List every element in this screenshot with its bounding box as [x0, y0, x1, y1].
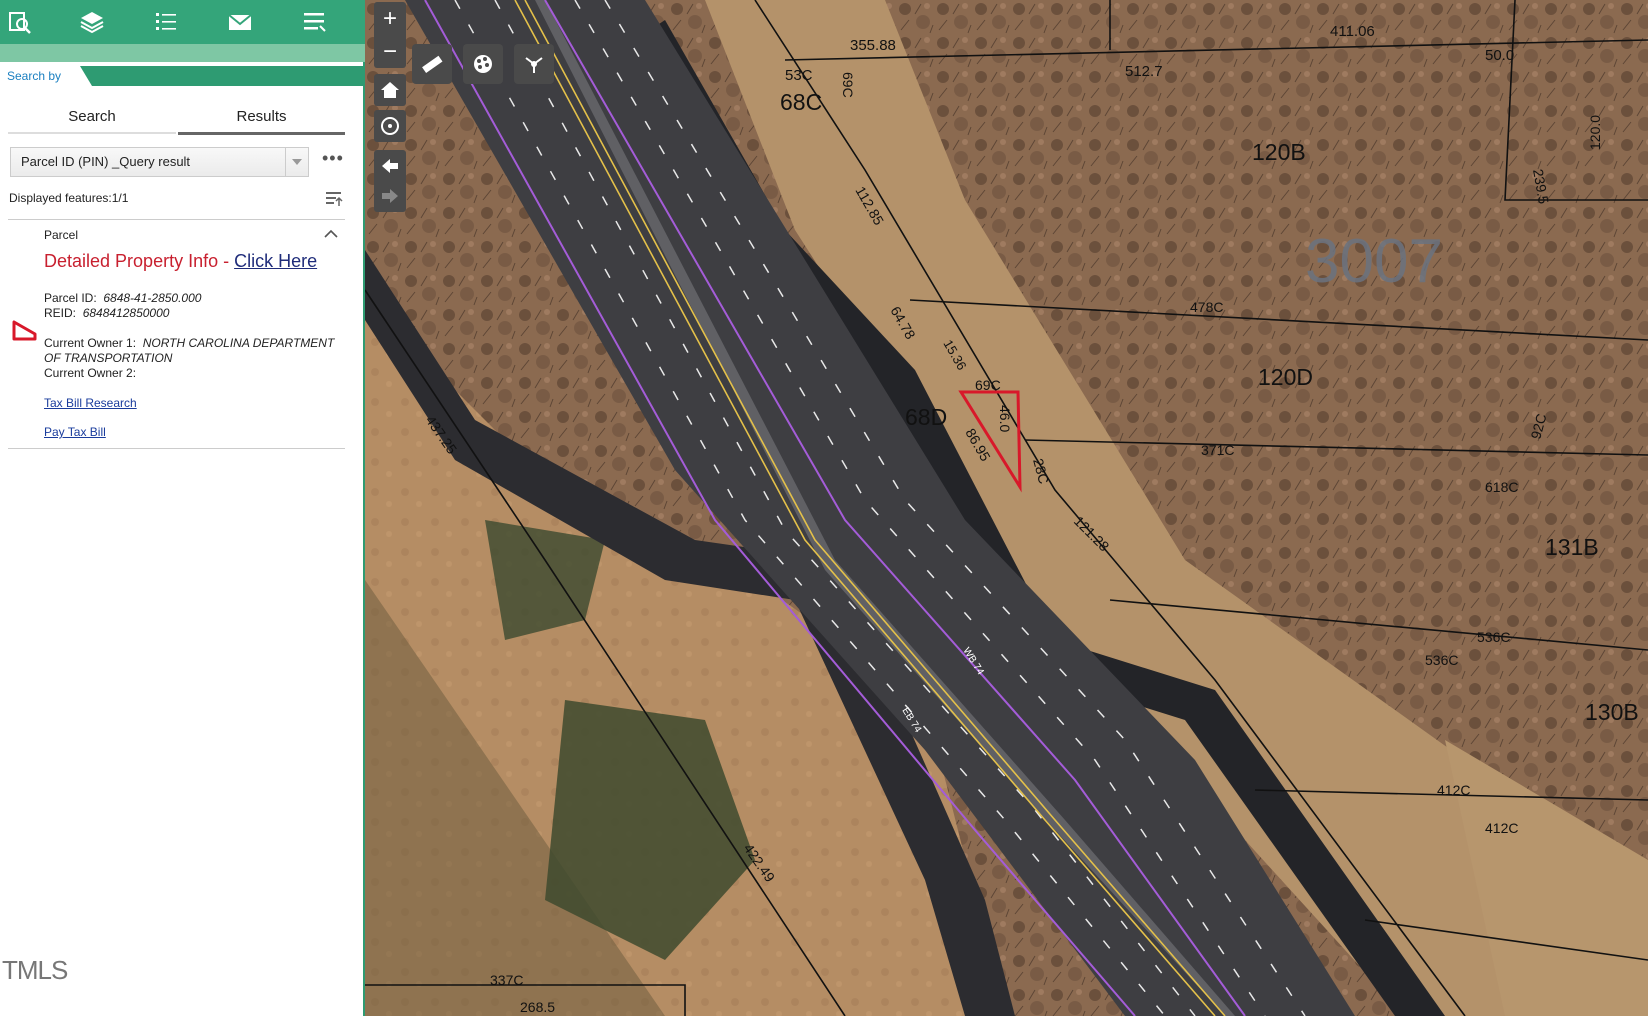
- zoom-in-button[interactable]: +: [374, 2, 406, 35]
- draw-tool-button[interactable]: [463, 44, 503, 84]
- search-by-bar: Search by: [0, 66, 365, 86]
- back-arrow-icon[interactable]: [380, 151, 400, 181]
- crosshair-icon: [381, 117, 399, 135]
- map-label: 68D: [905, 404, 947, 430]
- map-label: 69C: [840, 72, 856, 98]
- reid-value: 6848412850000: [82, 306, 170, 320]
- reid-row: REID: 6848412850000: [44, 306, 169, 320]
- map-label: 3007: [1305, 227, 1443, 296]
- map-label: 120.0: [1587, 115, 1603, 150]
- map-label: 412C: [1485, 820, 1518, 836]
- home-icon: [381, 82, 399, 98]
- forward-arrow-icon[interactable]: [380, 181, 400, 211]
- owner1-row: Current Owner 1: NORTH CAROLINA DEPARTME…: [44, 336, 344, 366]
- palette-icon: [474, 55, 492, 73]
- search-parcel-icon[interactable]: [4, 6, 36, 38]
- map-label: 371C: [1201, 442, 1234, 458]
- map-label: 536C: [1477, 629, 1510, 645]
- map-label: 512.7: [1125, 63, 1163, 80]
- click-here-link[interactable]: Click Here: [234, 251, 317, 271]
- owner1-value-line2: OF TRANSPORTATION: [44, 351, 173, 365]
- tax-bill-research-link[interactable]: Tax Bill Research: [44, 396, 137, 410]
- sub-toolbar: [0, 44, 365, 62]
- mail-icon[interactable]: [224, 6, 256, 38]
- locate-button[interactable]: [374, 110, 406, 142]
- detailed-property-info-text: Detailed Property Info -: [44, 251, 235, 271]
- parcel-id-label: Parcel ID:: [44, 291, 97, 305]
- zoom-out-button[interactable]: −: [374, 35, 406, 68]
- query-result-select-value: Parcel ID (PIN) _Query result: [21, 154, 191, 169]
- map-label: 618C: [1485, 479, 1518, 495]
- ruler-icon: [422, 55, 443, 74]
- search-by-green-strip: [80, 66, 365, 86]
- map-label: 268.5: [520, 999, 555, 1015]
- map-label: 68C: [780, 89, 822, 115]
- zoom-control: + −: [374, 2, 406, 68]
- map-view[interactable]: 355.88 411.06 512.7 50.0 53C 68C 69C 120…: [365, 0, 1648, 1016]
- chevron-down-icon: [285, 148, 308, 176]
- owner1-value-line1: NORTH CAROLINA DEPARTMENT: [142, 336, 335, 350]
- top-toolbar: [0, 0, 365, 44]
- reid-label: REID:: [44, 306, 77, 320]
- parcel-id-value: 6848-41-2850.000: [103, 291, 202, 305]
- search-by-label: Search by: [7, 69, 62, 83]
- search-results-tabs: Search Results: [8, 102, 345, 135]
- more-options-icon[interactable]: •••: [322, 149, 344, 167]
- chevron-up-icon[interactable]: [324, 226, 338, 244]
- map-label: 50.0: [1485, 47, 1514, 64]
- tab-results[interactable]: Results: [178, 102, 345, 135]
- share-tool-button[interactable]: [514, 44, 554, 84]
- export-list-icon[interactable]: [325, 190, 343, 213]
- map-label: 412C: [1437, 782, 1470, 798]
- sidebar-panel: Search by Search Results Parcel ID (PIN)…: [0, 0, 365, 1016]
- parcel-section-heading: Parcel: [44, 228, 79, 242]
- owner2-label: Current Owner 2:: [44, 366, 137, 380]
- divider: [8, 448, 345, 449]
- map-label: 120B: [1252, 139, 1306, 165]
- owner1-label: Current Owner 1:: [44, 336, 137, 350]
- legend-list-icon[interactable]: [150, 6, 182, 38]
- map-label: 131B: [1545, 534, 1599, 560]
- map-label: 355.88: [850, 37, 896, 54]
- parcel-shape-icon: [12, 320, 38, 347]
- map-label: 46.0: [997, 405, 1013, 432]
- map-label: 536C: [1425, 652, 1458, 668]
- parcel-id-row: Parcel ID: 6848-41-2850.000: [44, 291, 201, 305]
- map-label: 411.06: [1330, 23, 1375, 40]
- share-icon: [525, 57, 543, 73]
- map-label: 69C: [975, 377, 1001, 393]
- detailed-property-info: Detailed Property Info - Click Here: [44, 251, 317, 272]
- map-label: 478C: [1190, 299, 1223, 315]
- owner2-row: Current Owner 2:: [44, 366, 136, 380]
- aerial-map: 355.88 411.06 512.7 50.0 53C 68C 69C 120…: [365, 0, 1648, 1016]
- map-label: 130B: [1585, 699, 1639, 725]
- menu-icon[interactable]: [298, 6, 330, 38]
- map-label: 337C: [490, 972, 523, 988]
- map-label: 120D: [1258, 364, 1313, 390]
- history-nav: [374, 150, 406, 212]
- layers-icon[interactable]: [76, 6, 108, 38]
- measure-ruler-button[interactable]: [412, 44, 452, 84]
- displayed-features-count: Displayed features:1/1: [9, 191, 129, 205]
- pay-tax-bill-link[interactable]: Pay Tax Bill: [44, 425, 106, 439]
- divider: [8, 219, 345, 220]
- mls-watermark: TMLS: [2, 955, 68, 985]
- tab-search[interactable]: Search: [8, 102, 176, 134]
- query-result-select[interactable]: Parcel ID (PIN) _Query result: [10, 147, 309, 177]
- home-button[interactable]: [374, 74, 406, 106]
- map-label: 53C: [785, 67, 813, 84]
